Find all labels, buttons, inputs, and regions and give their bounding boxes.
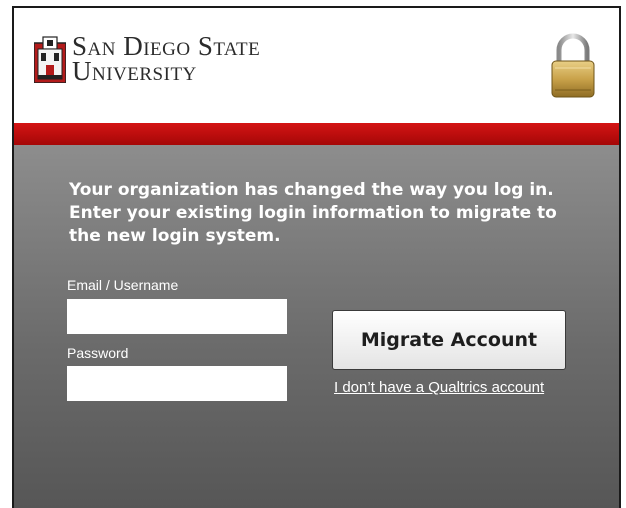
wordmark-line-2: University bbox=[72, 56, 197, 86]
email-label: Email / Username bbox=[67, 277, 179, 293]
migration-message: Your organization has changed the way yo… bbox=[69, 180, 557, 246]
header: San Diego State University bbox=[14, 8, 619, 123]
login-migration-window: San Diego State University Your organiza… bbox=[12, 6, 621, 508]
password-label: Password bbox=[67, 345, 129, 361]
password-input[interactable] bbox=[67, 366, 287, 401]
university-logo: San Diego State University bbox=[34, 33, 260, 86]
login-panel: Your organization has changed the way yo… bbox=[14, 145, 619, 508]
sdsu-seal-icon bbox=[34, 36, 66, 83]
padlock-icon bbox=[551, 33, 595, 98]
email-username-input[interactable] bbox=[67, 299, 287, 334]
no-qualtrics-account-link[interactable]: I don’t have a Qualtrics account bbox=[334, 379, 544, 396]
university-wordmark: San Diego State University bbox=[72, 33, 260, 86]
brand-red-bar bbox=[14, 123, 619, 145]
migrate-account-button[interactable]: Migrate Account bbox=[332, 310, 566, 370]
